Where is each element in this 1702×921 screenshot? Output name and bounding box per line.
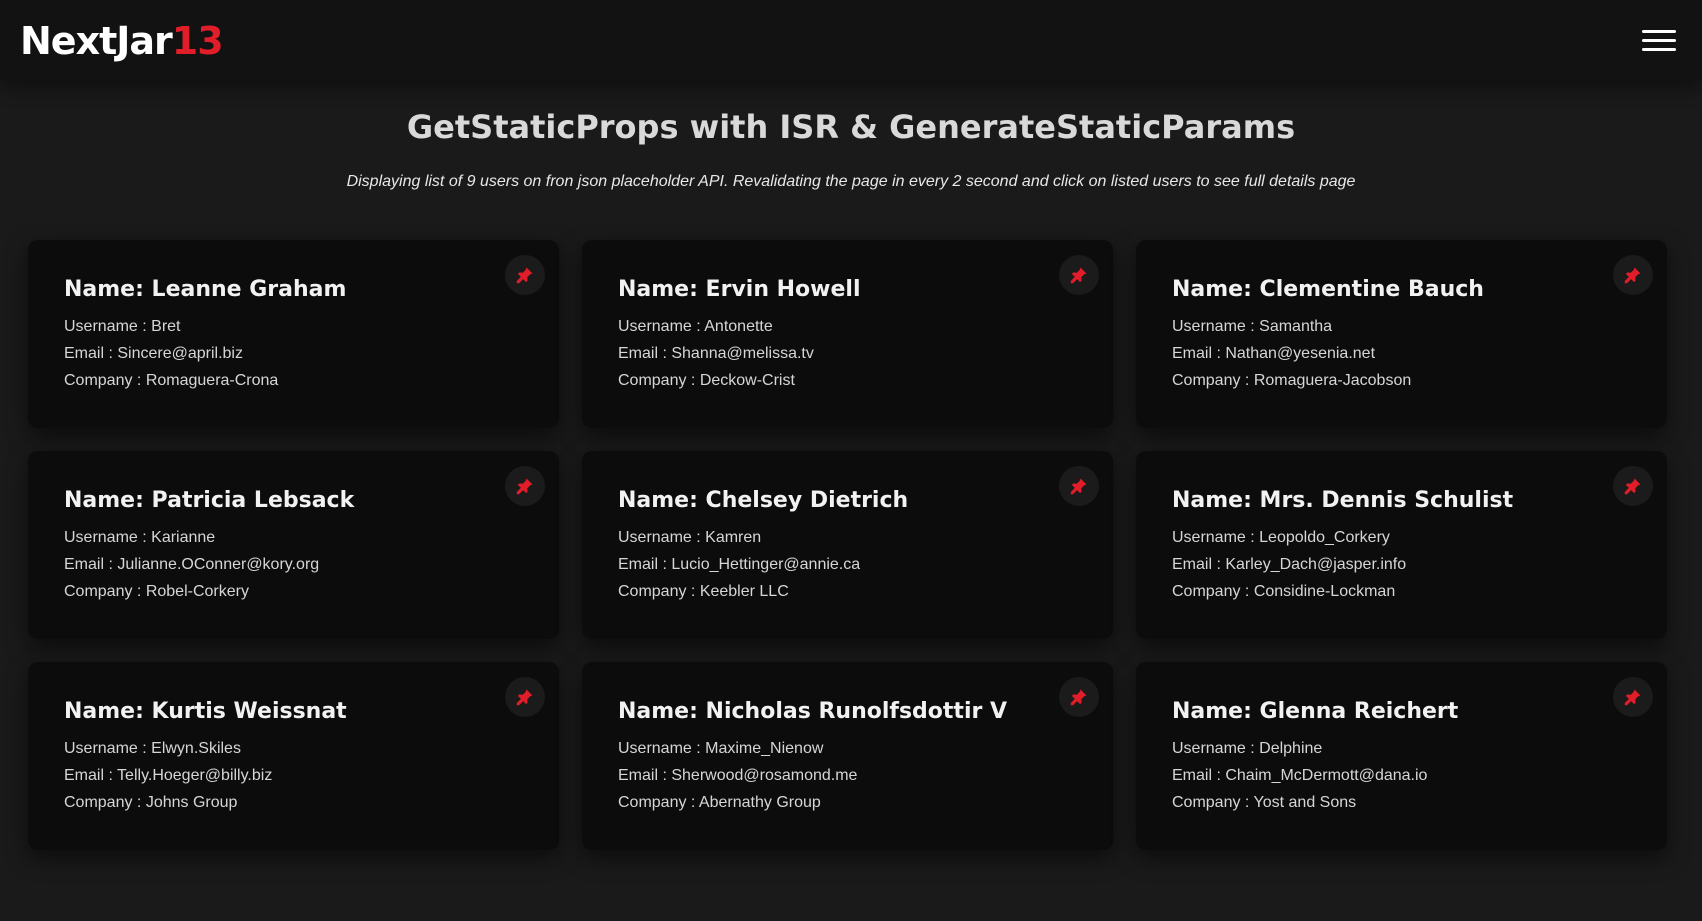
user-username: Username : Karianne [64,529,216,546]
user-email: Email : Chaim_McDermott@dana.io [1172,767,1428,784]
user-username: Username : Elwyn.Skiles [64,740,241,757]
user-card[interactable]: Name: Ervin Howell Username : Antonette … [582,240,1113,428]
brand-accent: 13 [171,18,224,63]
user-name: Name: Chelsey Dietrich [618,488,909,513]
user-name: Name: Ervin Howell [618,277,861,302]
pushpin-icon[interactable] [1059,466,1099,506]
user-email: Email : Julianne.OConner@kory.org [64,556,320,573]
menu-bar [1642,48,1676,51]
user-company: Company : Considine-Lockman [1172,583,1396,600]
user-card[interactable]: Name: Nicholas Runolfsdottir V Username … [582,662,1113,850]
user-company: Company : Romaguera-Crona [64,372,279,389]
user-email: Email : Lucio_Hettinger@annie.ca [618,556,861,573]
user-email: Email : Shanna@melissa.tv [618,345,814,362]
user-email: Email : Sherwood@rosamond.me [618,767,858,784]
user-company: Company : Abernathy Group [618,794,821,811]
user-card[interactable]: Name: Mrs. Dennis Schulist Username : Le… [1136,451,1667,639]
user-card[interactable]: Name: Leanne Graham Username : Bret Emai… [28,240,559,428]
pushpin-icon[interactable] [505,466,545,506]
user-email: Email : Telly.Hoeger@billy.biz [64,767,273,784]
user-name: Name: Leanne Graham [64,277,347,302]
user-username: Username : Samantha [1172,318,1333,335]
user-card[interactable]: Name: Glenna Reichert Username : Delphin… [1136,662,1667,850]
user-email: Email : Nathan@yesenia.net [1172,345,1376,362]
pushpin-icon[interactable] [1613,466,1653,506]
pushpin-icon[interactable] [1613,677,1653,717]
page-subtitle: Displaying list of 9 users on fron json … [346,173,1356,190]
user-username: Username : Maxime_Nienow [618,740,824,757]
pushpin-icon[interactable] [1613,255,1653,295]
user-company: Company : Johns Group [64,794,238,811]
user-name: Name: Kurtis Weissnat [64,699,347,724]
pushpin-icon[interactable] [505,255,545,295]
user-company: Company : Keebler LLC [618,583,789,600]
navbar: NextJar 13 [0,0,1702,81]
brand-logo[interactable]: NextJar 13 [20,18,224,63]
hamburger-icon[interactable] [1642,24,1676,58]
user-company: Company : Yost and Sons [1172,794,1357,811]
user-email: Email : Sincere@april.biz [64,345,243,362]
menu-bar [1642,30,1676,33]
user-name: Name: Clementine Bauch [1172,277,1484,302]
user-username: Username : Kamren [618,529,762,546]
menu-bar [1642,39,1676,42]
pushpin-icon[interactable] [1059,677,1099,717]
user-company: Company : Deckow-Crist [618,372,795,389]
user-card[interactable]: Name: Chelsey Dietrich Username : Kamren… [582,451,1113,639]
brand-name: NextJar [20,18,173,63]
user-name: Name: Mrs. Dennis Schulist [1172,488,1514,513]
user-card[interactable]: Name: Kurtis Weissnat Username : Elwyn.S… [28,662,559,850]
user-name: Name: Patricia Lebsack [64,488,355,513]
user-username: Username : Bret [64,318,181,335]
user-card[interactable]: Name: Patricia Lebsack Username : Karian… [28,451,559,639]
user-username: Username : Antonette [618,318,773,335]
user-company: Company : Romaguera-Jacobson [1172,372,1412,389]
user-name: Name: Nicholas Runolfsdottir V [618,699,1008,724]
user-email: Email : Karley_Dach@jasper.info [1172,556,1407,573]
user-card-grid: Name: Leanne Graham Username : Bret Emai… [28,240,1667,850]
user-name: Name: Glenna Reichert [1172,699,1459,724]
user-company: Company : Robel-Corkery [64,583,249,600]
pushpin-icon[interactable] [505,677,545,717]
user-username: Username : Leopoldo_Corkery [1172,529,1390,546]
user-username: Username : Delphine [1172,740,1323,757]
page-title: GetStaticProps with ISR & GenerateStatic… [406,108,1296,146]
user-card[interactable]: Name: Clementine Bauch Username : Samant… [1136,240,1667,428]
pushpin-icon[interactable] [1059,255,1099,295]
